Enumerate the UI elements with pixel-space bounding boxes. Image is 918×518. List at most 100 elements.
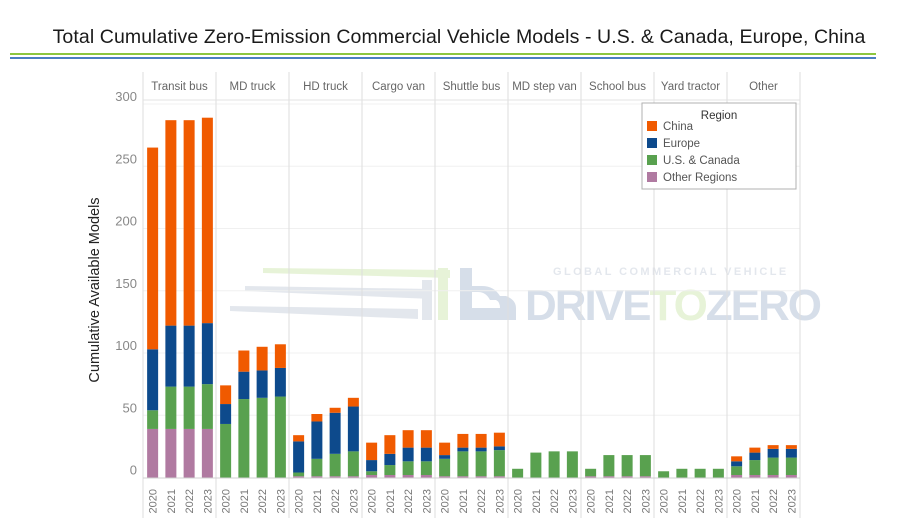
bar-segment-u-s-canada (311, 458, 323, 477)
bar-segment-u-s-canada (712, 468, 724, 478)
x-tick-label: 2023 (275, 489, 287, 513)
bar-segment-europe (147, 349, 159, 411)
bar-segment-u-s-canada (366, 471, 378, 476)
bar-segment-china (147, 147, 159, 350)
bar-segment-u-s-canada (676, 468, 688, 478)
y-axis-label: Cumulative Available Models (87, 197, 103, 383)
x-tick-label: 2020 (440, 489, 452, 513)
bar-segment-other-regions (785, 475, 797, 478)
y-tick-label: 100 (115, 338, 137, 353)
category-header: MD step van (512, 81, 577, 93)
bar-segment-u-s-canada (329, 453, 341, 477)
watermark-bar-1 (422, 280, 432, 320)
x-tick-label: 2021 (385, 489, 397, 513)
legend-entry-label: U.S. & Canada (663, 155, 740, 167)
bar-segment-china (749, 447, 761, 453)
bar-segment-other-regions (183, 428, 195, 478)
bar-segment-europe (767, 448, 779, 458)
bar-segment-europe (220, 404, 232, 424)
bar-segment-u-s-canada (384, 465, 396, 476)
x-tick-label: 2023 (202, 489, 214, 513)
bar-segment-europe (201, 323, 213, 385)
bar-segment-u-s-canada (731, 466, 743, 476)
y-tick-label: 150 (115, 276, 137, 291)
bar-segment-u-s-canada (347, 451, 359, 477)
x-tick-label: 2022 (549, 489, 561, 513)
category-header: MD truck (230, 81, 276, 93)
stacked-bar-chart: GLOBAL COMMERCIAL VEHICLE DRIVETOZERO Tr… (115, 72, 823, 518)
x-tick-label: 2022 (695, 489, 707, 513)
bar-segment-u-s-canada (293, 472, 305, 477)
bar-segment-europe (785, 448, 797, 458)
bar-segment-china (439, 442, 451, 456)
legend[interactable]: Region China Europe U.S. & Canada Other Regi… (641, 102, 797, 190)
bar-segment-other-regions (384, 475, 396, 478)
x-tick-label: 2020 (732, 489, 744, 513)
bar-segment-u-s-canada (475, 451, 487, 477)
bar-segment-other-regions (585, 476, 597, 478)
bar-segment-other-regions (147, 428, 159, 478)
bar-segment-europe (256, 370, 268, 398)
watermark-brand-to: TO (649, 281, 706, 330)
bar-segment-u-s-canada (402, 461, 414, 476)
bar-segment-u-s-canada (658, 471, 670, 478)
bar-segment-u-s-canada (439, 458, 451, 477)
bar-segment-u-s-canada (512, 468, 524, 478)
category-header: Cargo van (372, 81, 425, 93)
bar-segment-europe (329, 412, 341, 454)
bar-segment-china (256, 346, 268, 371)
y-tick-label: 50 (123, 400, 137, 415)
category-header: Yard tractor (661, 81, 720, 93)
x-tick-label: 2023 (421, 489, 433, 513)
bar-segment-europe (749, 452, 761, 461)
bar-segment-other-regions (493, 476, 505, 478)
bar-segment-u-s-canada (639, 455, 651, 477)
bar-segment-other-regions (311, 476, 323, 478)
bar-segment-europe (293, 441, 305, 473)
bar-segment-u-s-canada (147, 410, 159, 429)
x-tick-label: 2022 (476, 489, 488, 513)
y-tick-label: 300 (115, 89, 137, 104)
bar-segment-u-s-canada (603, 455, 615, 477)
bar-segment-other-regions (767, 475, 779, 478)
bar-segment-europe (475, 447, 487, 452)
x-tick-label: 2022 (184, 489, 196, 513)
bar-segment-u-s-canada (183, 386, 195, 429)
bar-segment-europe (731, 461, 743, 467)
x-tick-label: 2020 (221, 489, 233, 513)
watermark-stripe-green (263, 268, 450, 278)
bar-segment-china (475, 433, 487, 448)
bar-segment-other-regions (457, 476, 469, 478)
bar-segment-u-s-canada (749, 460, 761, 476)
bar-segment-china (329, 407, 341, 413)
bar-segment-other-regions (639, 476, 651, 478)
x-tick-label: 2023 (348, 489, 360, 513)
bar-segment-u-s-canada (238, 399, 250, 478)
bar-segment-europe (165, 325, 177, 387)
x-tick-label: 2021 (604, 489, 616, 513)
bar-segment-u-s-canada (585, 468, 597, 477)
bar-segment-other-regions (603, 476, 615, 478)
x-axis: 2020 2021 2022 2023 2020 2021 2022 2023 2020 2021… (148, 489, 799, 513)
bar-segment-china (384, 435, 396, 454)
legend-entry-label: Europe (663, 138, 700, 150)
bar-segment-europe (402, 447, 414, 462)
y-tick-label: 0 (130, 463, 137, 478)
bar-segment-u-s-canada (530, 452, 542, 478)
x-tick-label: 2021 (531, 489, 543, 513)
bar-segment-other-regions (439, 476, 451, 478)
y-tick-label: 200 (115, 214, 137, 229)
watermark-brand-zero: ZERO (706, 281, 821, 330)
watermark-stripe-gray-2 (230, 306, 418, 319)
legend-swatch-europe (647, 138, 657, 148)
bar-segment-u-s-canada (420, 461, 432, 476)
x-tick-label: 2021 (312, 489, 324, 513)
bar-segment-other-regions (293, 476, 305, 478)
category-header: HD truck (303, 81, 348, 93)
bar-segment-china (238, 350, 250, 372)
bar-segment-china (402, 430, 414, 448)
x-tick-label: 2022 (768, 489, 780, 513)
bar-segment-china (201, 117, 213, 324)
category-header: School bus (589, 81, 646, 93)
legend-entry-label: China (663, 121, 694, 133)
